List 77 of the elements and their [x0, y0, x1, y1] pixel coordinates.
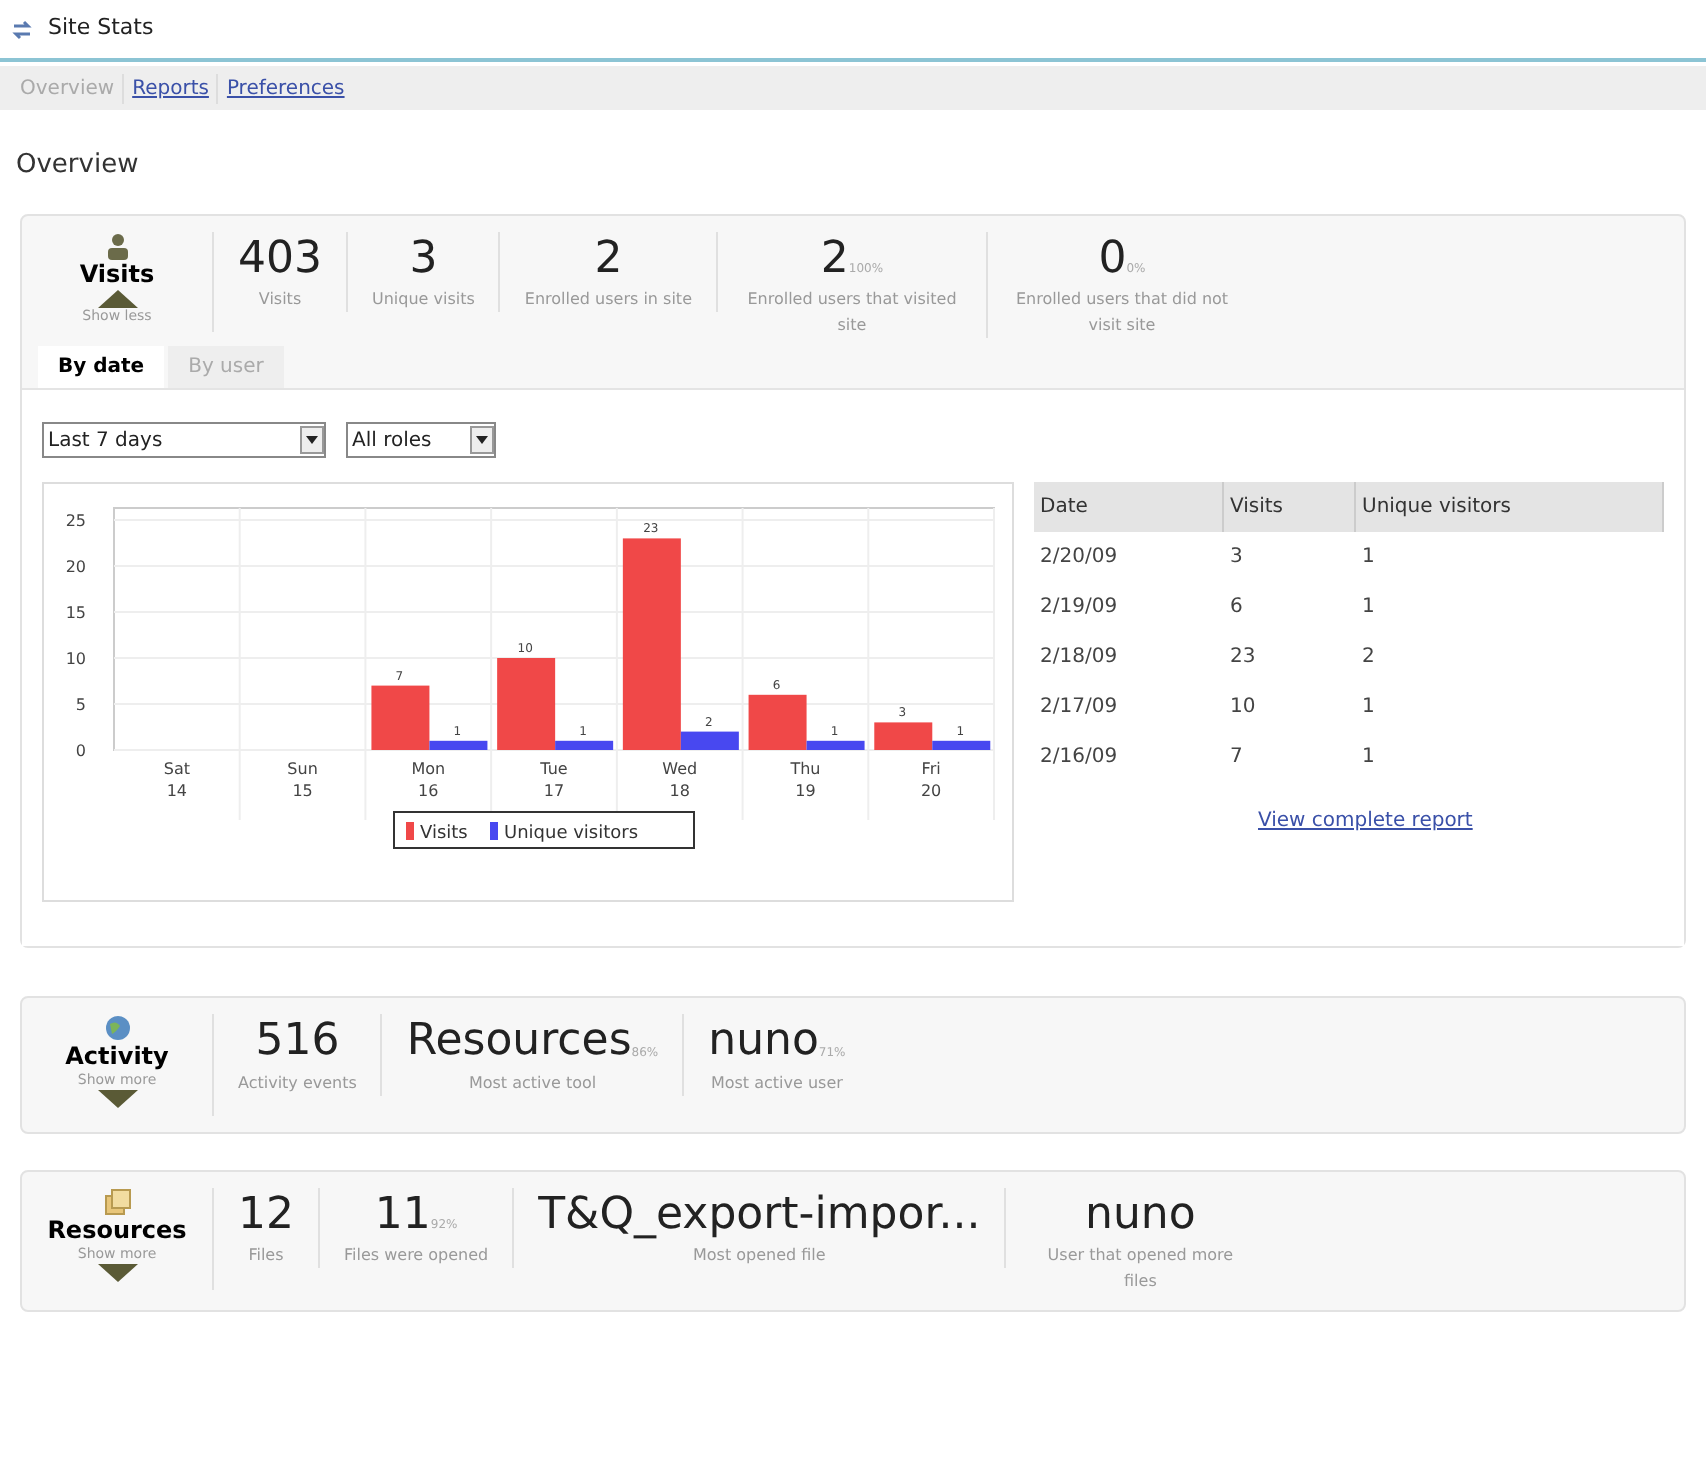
stat-label: Visits — [258, 288, 302, 312]
stat-label: Enrolled users that visited site — [745, 288, 959, 338]
page-heading: Overview — [14, 148, 141, 184]
y-tick: 25 — [65, 512, 86, 530]
table-cell-text: 2 — [1360, 644, 1377, 672]
table-cell-text: 23 — [1228, 644, 1258, 672]
stat-value: 11 — [374, 1187, 431, 1243]
stat-value: Resources — [406, 1014, 632, 1069]
stat-value: nuno — [708, 1014, 819, 1069]
report-link[interactable]: View complete report — [1258, 806, 1664, 836]
globe-icon — [103, 1014, 131, 1042]
expand-arrow-icon[interactable] — [97, 1263, 137, 1281]
panel-title: Resources — [47, 1215, 187, 1246]
y-tick: 20 — [65, 558, 86, 576]
stat-label: User that opened more files — [1045, 1244, 1236, 1295]
table-cell-text: 1 — [1360, 744, 1377, 772]
stat-label: Most active user — [710, 1071, 843, 1095]
table-cell-text: 7 — [1228, 744, 1245, 772]
table-cell-text: 10 — [1228, 694, 1258, 722]
stat-label: Most active tool — [468, 1071, 597, 1095]
tab[interactable]: By date — [38, 346, 165, 388]
user-icon — [105, 231, 129, 259]
table-cell-text: 1 — [1360, 594, 1377, 622]
column-header: Date — [1034, 482, 1224, 532]
nav-link[interactable]: Reports — [124, 73, 219, 103]
table-cell-text: 1 — [1360, 694, 1377, 722]
x-tick: Mon 16 — [411, 760, 446, 800]
nav-link[interactable]: Preferences — [218, 73, 353, 103]
stat-value: 2 — [820, 231, 849, 286]
table-cell-text: 2/18/09 — [1038, 644, 1120, 672]
x-tick: Wed 18 — [662, 760, 698, 800]
caret-icon — [300, 426, 324, 454]
x-tick: Fri 20 — [920, 760, 942, 800]
table-cell-text: 2/19/09 — [1038, 594, 1120, 622]
table-cell-text: 2/16/09 — [1038, 744, 1120, 772]
stat-value: 516 — [255, 1014, 340, 1069]
stat-label: Enrolled users that did not visit site — [1013, 288, 1231, 338]
collapse-arrow-icon[interactable] — [97, 289, 137, 307]
table-cell-text: 3 — [1228, 544, 1245, 572]
stat-value: nuno — [1085, 1187, 1196, 1243]
stat-value: 3 — [409, 231, 438, 286]
stat-value: 2 — [594, 231, 623, 286]
stat-label: Unique visits — [372, 288, 475, 312]
table-cell-text: 2/20/09 — [1038, 544, 1120, 572]
table-cell-text: 1 — [1360, 544, 1377, 572]
y-tick: 10 — [65, 650, 86, 668]
stat-label: Files were opened — [344, 1244, 489, 1269]
stat-label: Enrolled users in site — [524, 288, 692, 312]
legend-label: Unique visitors — [504, 824, 639, 844]
table-cell-text: 2/17/09 — [1038, 694, 1120, 722]
stat-label: Files — [248, 1244, 284, 1269]
x-tick: Tue 17 — [540, 760, 568, 800]
legend-label: Visits — [420, 824, 468, 844]
stat-value: T&Q_export-impor... — [538, 1187, 981, 1243]
x-tick: Sun 15 — [287, 760, 318, 800]
x-tick: Sat 14 — [163, 760, 190, 800]
column-header: Visits — [1224, 482, 1356, 532]
dropdown[interactable]: Last 7 days — [42, 422, 326, 458]
stat-value: 403 — [238, 231, 322, 286]
stat-value: 12 — [238, 1187, 294, 1243]
panel-title: Activity — [65, 1042, 169, 1072]
files-icon — [103, 1187, 131, 1216]
table-cell-text: 6 — [1228, 594, 1245, 622]
stat-label: Activity events — [238, 1071, 357, 1095]
caret-icon — [470, 426, 494, 454]
x-tick: Thu 19 — [790, 760, 821, 800]
expand-arrow-icon[interactable] — [97, 1089, 137, 1108]
stat-value: 0 — [1098, 231, 1127, 286]
panel-title: Visits — [79, 259, 155, 289]
y-tick: 0 — [75, 742, 86, 760]
y-tick: 5 — [75, 696, 86, 714]
y-tick: 15 — [65, 604, 86, 622]
stat-label: Most opened file — [692, 1244, 826, 1269]
dropdown[interactable]: All roles — [346, 422, 496, 458]
column-header: Unique visitors — [1356, 482, 1664, 532]
window-title: Site Stats — [48, 12, 154, 45]
swap-arrows-icon — [12, 19, 32, 39]
